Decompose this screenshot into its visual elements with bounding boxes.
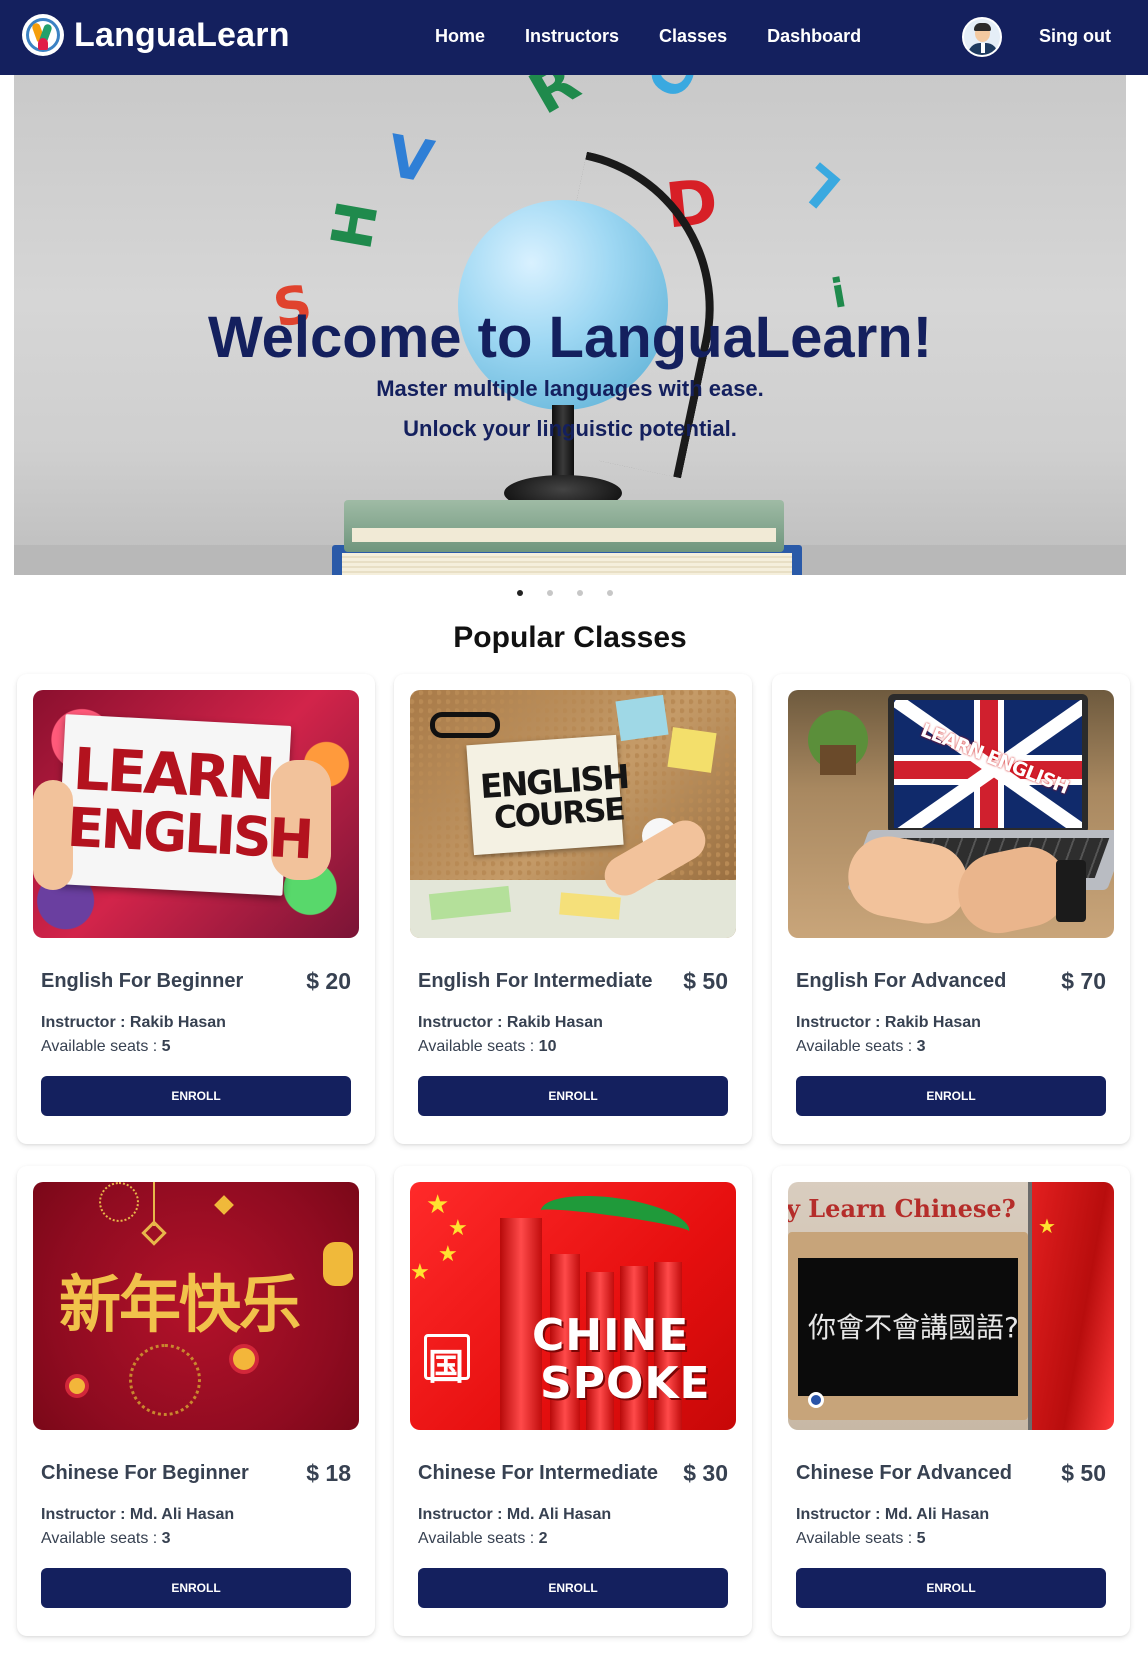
class-name: Chinese For Advanced [796, 1462, 1012, 1484]
brand-name: LanguaLearn [74, 15, 290, 54]
class-seats: Available seats : 10 [418, 1038, 557, 1055]
class-card: ★ ★ ★ ★ 国 CHINE SPOKE Chinese For Interm… [394, 1166, 752, 1636]
hero-subtitle-2: Unlock your linguistic potential. [403, 416, 737, 441]
signout-button[interactable]: Sing out [1039, 26, 1111, 47]
carousel-dots [0, 590, 1130, 596]
class-card: 新年快乐 Chinese For Beginner $ 18 Instructo… [17, 1166, 375, 1636]
class-name: English For Intermediate [418, 970, 653, 992]
navbar: LanguaLearn Home Instructors Classes Das… [0, 0, 1148, 75]
class-price: $ 30 [683, 1460, 728, 1486]
carousel-dot-4[interactable] [607, 590, 613, 596]
user-avatar[interactable] [962, 17, 1002, 57]
class-name: English For Beginner [41, 970, 244, 992]
class-seats: Available seats : 5 [796, 1530, 926, 1547]
enroll-button[interactable]: ENROLL [418, 1076, 728, 1116]
class-instructor: Instructor : Md. Ali Hasan [796, 1506, 990, 1523]
class-image-chinese-new-year: 新年快乐 [33, 1182, 359, 1430]
floating-letter-v: V [382, 121, 439, 197]
class-image-laptop-union-flag: LEARN ENGLISH [788, 690, 1114, 938]
class-image-english-course: ENGLISH COURSE [410, 690, 736, 938]
nav-link-dashboard[interactable]: Dashboard [767, 26, 861, 47]
class-instructor: Instructor : Rakib Hasan [796, 1014, 981, 1031]
class-name: Chinese For Beginner [41, 1462, 249, 1484]
carousel-dot-1[interactable] [517, 590, 523, 596]
nav-links: Home Instructors Classes Dashboard [435, 26, 901, 47]
hero-title: Welcome to LanguaLearn! [207, 305, 933, 370]
class-seats: Available seats : 3 [41, 1530, 171, 1547]
nav-link-instructors[interactable]: Instructors [525, 26, 619, 47]
class-instructor: Instructor : Rakib Hasan [41, 1014, 226, 1031]
section-title: Popular Classes [453, 621, 687, 654]
class-seats: Available seats : 3 [796, 1038, 926, 1055]
class-card: y Learn Chinese? 你會不會講國語? ★ Chinese For … [772, 1166, 1130, 1636]
hero-banner: V H D L S R C i Welcome to LanguaLearn! … [14, 75, 1126, 575]
enroll-button[interactable]: ENROLL [796, 1076, 1106, 1116]
enroll-button[interactable]: ENROLL [796, 1568, 1106, 1608]
class-instructor: Instructor : Md. Ali Hasan [418, 1506, 612, 1523]
class-price: $ 18 [306, 1460, 351, 1486]
enroll-button[interactable]: ENROLL [41, 1076, 351, 1116]
floating-letter-r: R [517, 75, 591, 128]
class-price: $ 20 [306, 968, 351, 994]
class-instructor: Instructor : Rakib Hasan [418, 1014, 603, 1031]
class-card: LEARN ENGLISH English For Beginner $ 20 … [17, 674, 375, 1144]
class-price: $ 50 [683, 968, 728, 994]
enroll-button[interactable]: ENROLL [418, 1568, 728, 1608]
class-seats: Available seats : 5 [41, 1038, 171, 1055]
carousel-dot-2[interactable] [547, 590, 553, 596]
class-card: ENGLISH COURSE English For Intermediate … [394, 674, 752, 1144]
class-name: Chinese For Intermediate [418, 1462, 659, 1484]
class-name: English For Advanced [796, 970, 1007, 992]
floating-letter-h: H [319, 196, 392, 255]
class-card: LEARN ENGLISH English For Advanced $ 70 … [772, 674, 1130, 1144]
brand[interactable]: LanguaLearn [22, 14, 290, 56]
carousel-dot-3[interactable] [577, 590, 583, 596]
hero-subtitle-1: Master multiple languages with ease. [376, 376, 764, 401]
brand-logo-icon [22, 14, 64, 56]
class-image-learn-english: LEARN ENGLISH [33, 690, 359, 938]
class-price: $ 70 [1061, 968, 1106, 994]
nav-link-classes[interactable]: Classes [659, 26, 727, 47]
class-price: $ 50 [1061, 1460, 1106, 1486]
nav-link-home[interactable]: Home [435, 26, 485, 47]
enroll-button[interactable]: ENROLL [41, 1568, 351, 1608]
floating-letter-c: C [634, 75, 710, 110]
class-seats: Available seats : 2 [418, 1530, 548, 1547]
class-image-chinese-blackboard: y Learn Chinese? 你會不會講國語? ★ [788, 1182, 1114, 1430]
floating-letter-l: L [788, 151, 853, 219]
class-instructor: Instructor : Md. Ali Hasan [41, 1506, 235, 1523]
class-image-chinese-spoken: ★ ★ ★ ★ 国 CHINE SPOKE [410, 1182, 736, 1430]
